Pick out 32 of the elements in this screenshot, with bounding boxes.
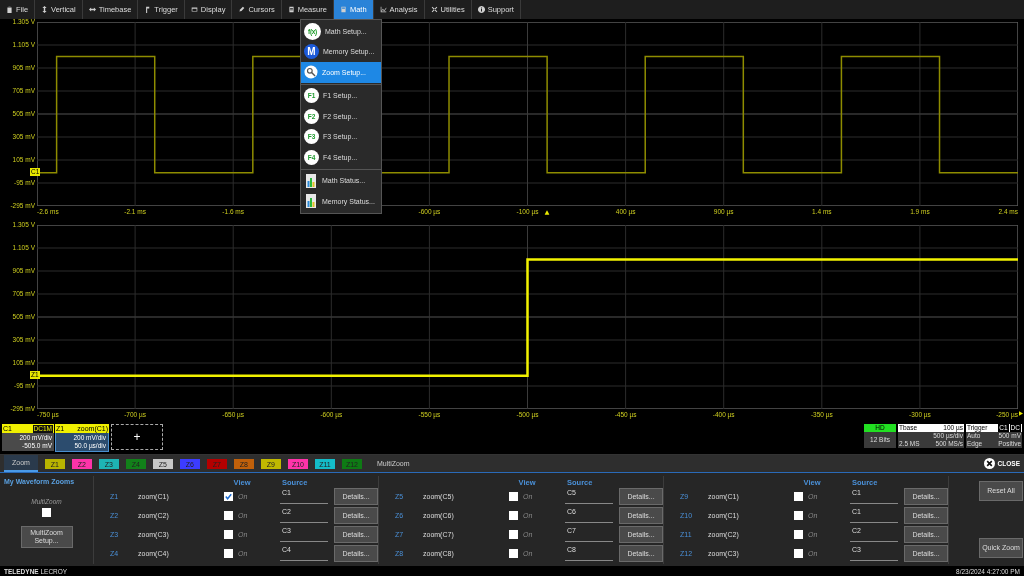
- chart-icon: [379, 6, 387, 13]
- checkbox[interactable]: [509, 530, 518, 539]
- trigger-marker-icon: [544, 210, 550, 215]
- checkbox[interactable]: [224, 492, 233, 501]
- checkbox[interactable]: [224, 511, 233, 520]
- checkbox[interactable]: [42, 508, 51, 517]
- checkbox[interactable]: [509, 549, 518, 558]
- checkbox[interactable]: [224, 530, 233, 539]
- magnifier-icon: [304, 65, 318, 80]
- info-icon: [477, 6, 485, 13]
- arrow-icon: [1019, 411, 1023, 416]
- add-button[interactable]: +: [111, 424, 163, 450]
- flag-icon: [144, 6, 152, 13]
- checkbox[interactable]: [794, 530, 803, 539]
- bar-chart-icon: [304, 194, 318, 209]
- checkbox[interactable]: [224, 549, 233, 558]
- checkbox[interactable]: [509, 511, 518, 520]
- vertical-arrows-icon: [41, 6, 49, 13]
- window-icon: [190, 6, 198, 13]
- tools-icon: [430, 6, 438, 13]
- clipboard-icon: [6, 6, 13, 13]
- pencil-icon: [238, 6, 246, 13]
- checkbox[interactable]: [509, 492, 518, 501]
- calculator-icon: [339, 6, 347, 13]
- checkbox[interactable]: [794, 511, 803, 520]
- horizontal-arrows-icon: [88, 6, 96, 13]
- memory-badge: M: [304, 44, 319, 60]
- checkbox[interactable]: [794, 492, 803, 501]
- close-icon: [983, 458, 995, 469]
- document-icon: [287, 6, 295, 13]
- checkbox[interactable]: [794, 549, 803, 558]
- bar-chart-icon: [304, 173, 318, 188]
